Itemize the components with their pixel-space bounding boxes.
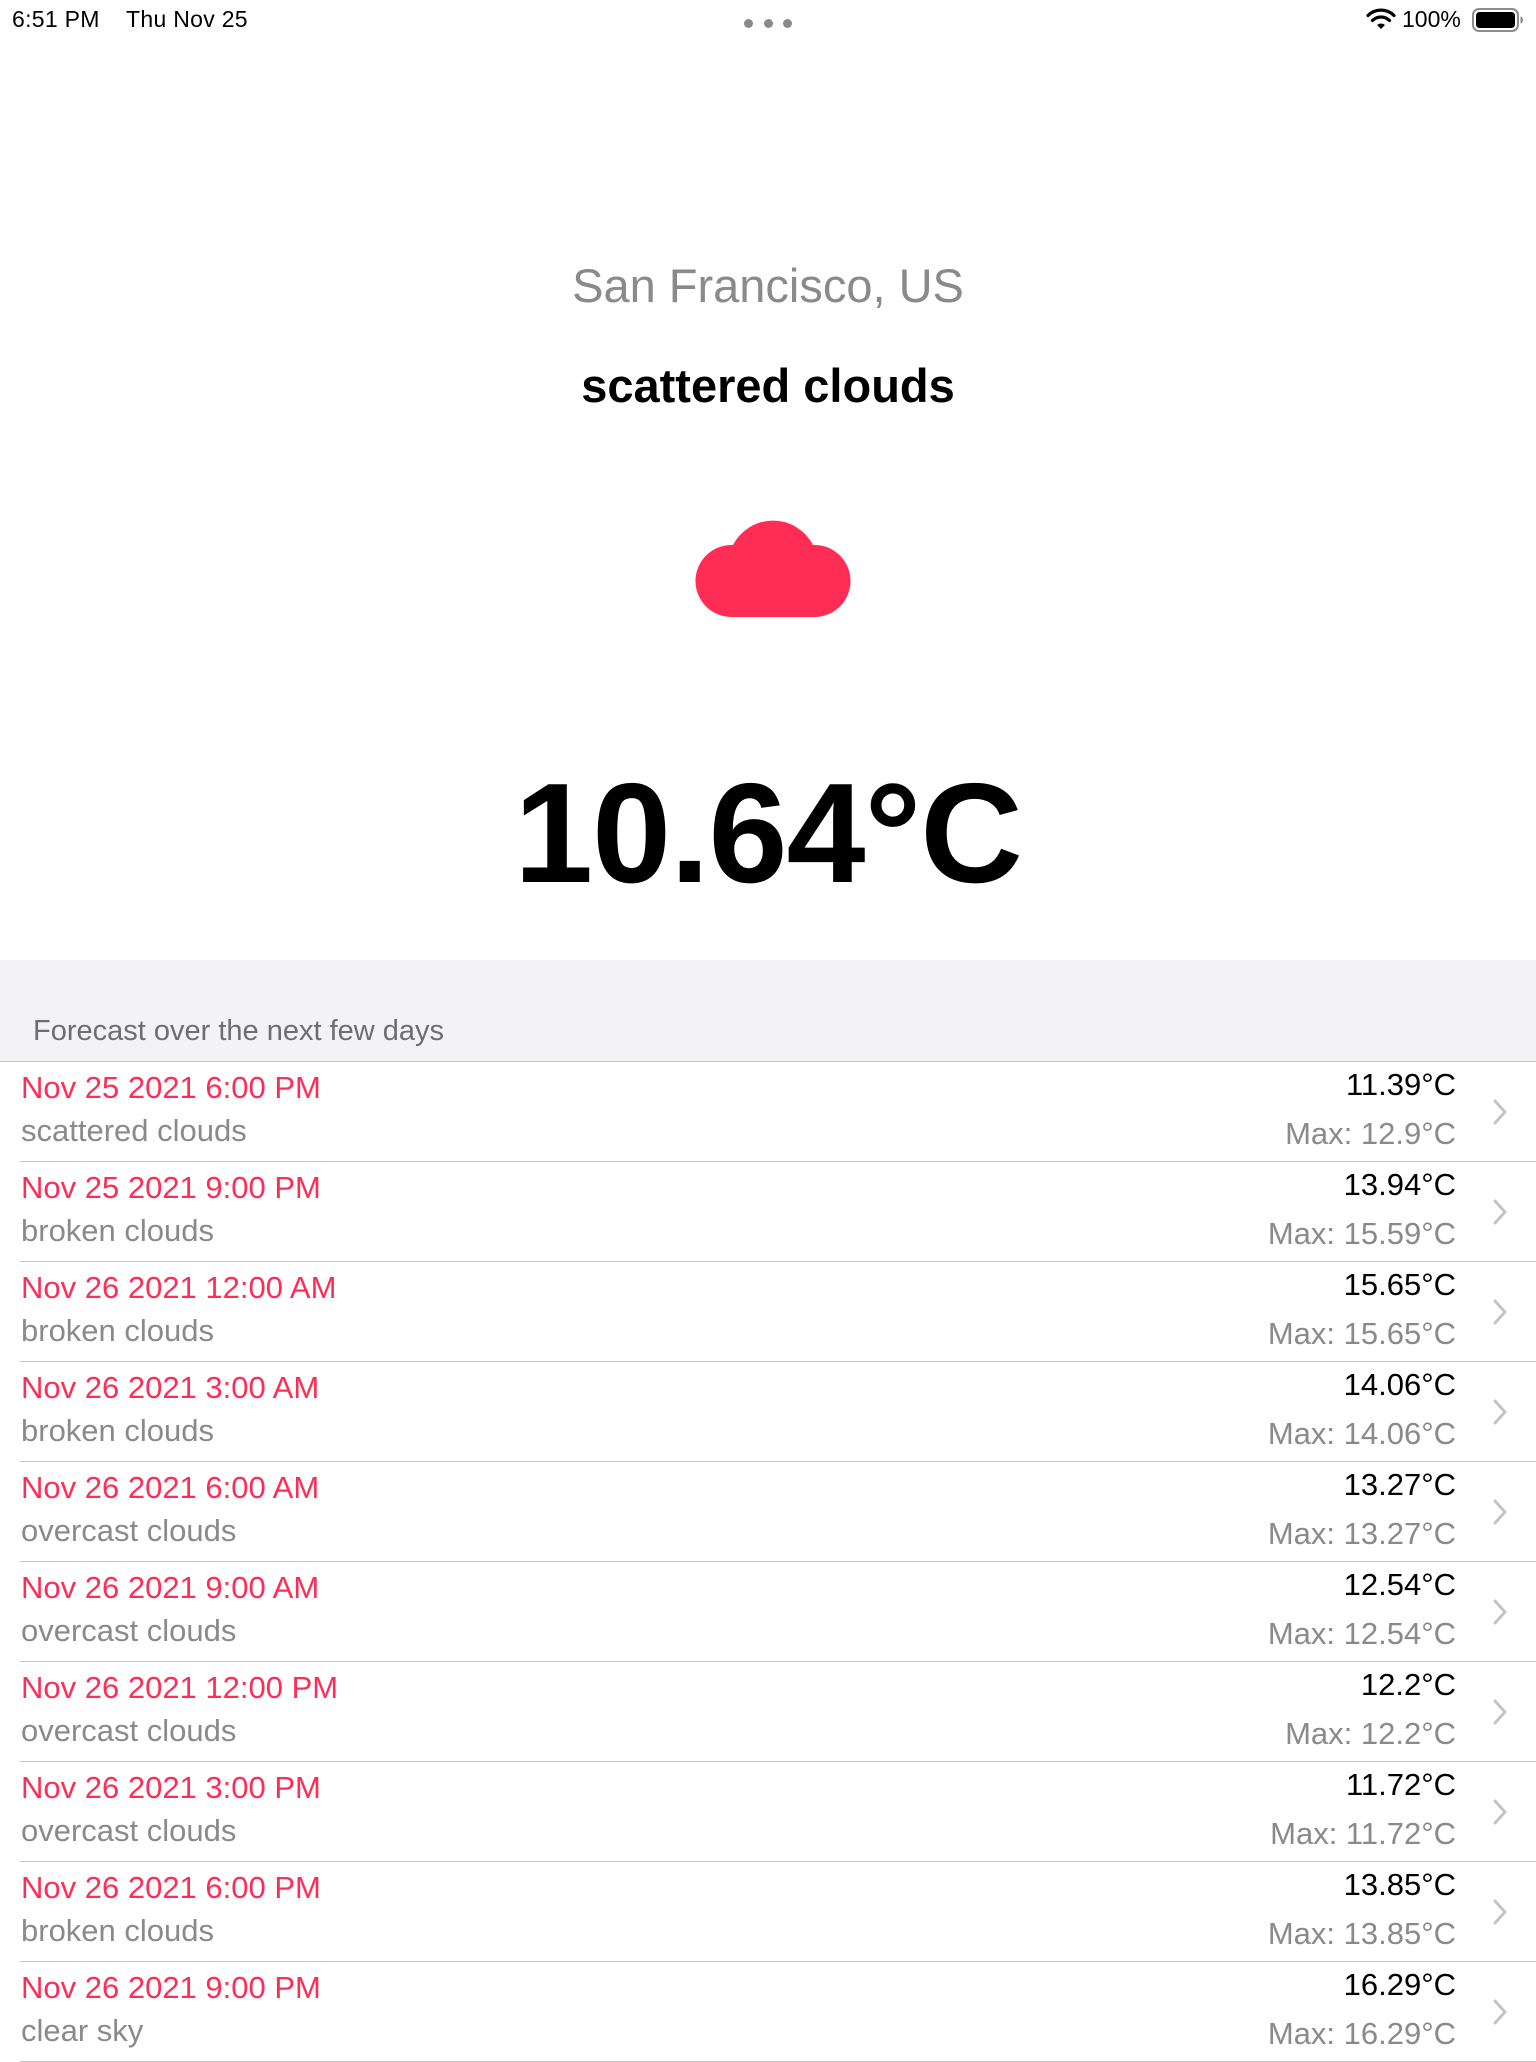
forecast-temperature: 12.54°C [1343, 1567, 1456, 1602]
list-item[interactable]: Nov 25 2021 6:00 PM scattered clouds 11.… [0, 1062, 1536, 1162]
list-item[interactable]: Nov 26 2021 6:00 AM overcast clouds 13.2… [0, 1462, 1536, 1562]
chevron-right-icon [1493, 1399, 1507, 1425]
forecast-max-temperature: Max: 14.06°C [1267, 1416, 1456, 1451]
forecast-description: clear sky [21, 2013, 144, 2048]
forecast-max-temperature: Max: 12.2°C [1285, 1716, 1456, 1751]
forecast-date: Nov 26 2021 12:00 AM [21, 1270, 337, 1305]
list-item[interactable]: Nov 26 2021 12:00 AM broken clouds 15.65… [0, 1262, 1536, 1362]
forecast-date: Nov 25 2021 6:00 PM [21, 1070, 321, 1105]
forecast-temperature: 11.72°C [1345, 1767, 1456, 1802]
forecast-date: Nov 26 2021 9:00 AM [21, 1570, 320, 1605]
list-item[interactable]: Nov 26 2021 3:00 PM overcast clouds 11.7… [0, 1762, 1536, 1862]
battery-percent: 100% [1402, 6, 1461, 32]
forecast-description: scattered clouds [21, 1113, 247, 1148]
forecast-description: overcast clouds [21, 1713, 237, 1748]
wifi-icon [1366, 8, 1396, 29]
forecast-description: broken clouds [21, 1413, 215, 1448]
current-temperature: 10.64°C [514, 754, 1023, 913]
list-item[interactable]: Nov 26 2021 9:00 AM overcast clouds 12.5… [0, 1562, 1536, 1662]
list-item[interactable]: Nov 26 2021 3:00 AM broken clouds 14.06°… [0, 1362, 1536, 1462]
forecast-max-temperature: Max: 12.9°C [1285, 1116, 1456, 1151]
forecast-list: Nov 25 2021 6:00 PM scattered clouds 11.… [0, 1061, 1536, 2062]
more-dots-icon[interactable] [744, 19, 792, 29]
status-bar: 6:51 PM Thu Nov 25 100% [0, 0, 1536, 42]
cloud-icon [695, 520, 851, 617]
status-time: 6:51 PM [12, 6, 100, 32]
location-label: San Francisco, US [572, 259, 964, 312]
forecast-date: Nov 26 2021 9:00 PM [21, 1970, 321, 2005]
forecast-temperature: 16.29°C [1343, 1967, 1456, 2002]
forecast-temperature: 13.85°C [1343, 1867, 1456, 1902]
forecast-date: Nov 26 2021 6:00 AM [21, 1470, 320, 1505]
forecast-date: Nov 26 2021 12:00 PM [21, 1670, 339, 1705]
forecast-description: broken clouds [21, 1913, 215, 1948]
chevron-right-icon [1493, 1699, 1507, 1725]
forecast-temperature: 14.06°C [1343, 1367, 1456, 1402]
forecast-description: overcast clouds [21, 1513, 237, 1548]
forecast-max-temperature: Max: 15.65°C [1267, 1316, 1456, 1351]
forecast-max-temperature: Max: 16.29°C [1267, 2016, 1456, 2051]
chevron-right-icon [1493, 1799, 1507, 1825]
forecast-description: overcast clouds [21, 1613, 237, 1648]
chevron-right-icon [1493, 1499, 1507, 1525]
battery-icon [1472, 8, 1523, 32]
forecast-temperature: 12.2°C [1360, 1667, 1456, 1702]
forecast-temperature: 13.94°C [1343, 1167, 1456, 1202]
chevron-right-icon [1493, 1599, 1507, 1625]
forecast-temperature: 11.39°C [1345, 1067, 1456, 1102]
list-item[interactable]: Nov 25 2021 9:00 PM broken clouds 13.94°… [0, 1162, 1536, 1262]
forecast-date: Nov 26 2021 3:00 AM [21, 1370, 320, 1405]
forecast-temperature: 15.65°C [1343, 1267, 1456, 1302]
forecast-date: Nov 26 2021 3:00 PM [21, 1770, 321, 1805]
forecast-max-temperature: Max: 11.72°C [1270, 1816, 1456, 1851]
section-header: Forecast over the next few days [33, 1015, 445, 1047]
chevron-right-icon [1493, 1899, 1507, 1925]
chevron-right-icon [1493, 1999, 1507, 2025]
status-date: Thu Nov 25 [126, 6, 248, 32]
forecast-date: Nov 26 2021 6:00 PM [21, 1870, 321, 1905]
chevron-right-icon [1493, 1299, 1507, 1325]
forecast-max-temperature: Max: 15.59°C [1267, 1216, 1456, 1251]
weather-description: scattered clouds [581, 359, 955, 412]
forecast-max-temperature: Max: 12.54°C [1267, 1616, 1456, 1651]
forecast-description: broken clouds [21, 1313, 215, 1348]
forecast-description: broken clouds [21, 1213, 215, 1248]
forecast-description: overcast clouds [21, 1813, 237, 1848]
chevron-right-icon [1493, 1199, 1507, 1225]
forecast-max-temperature: Max: 13.85°C [1267, 1916, 1456, 1951]
list-item[interactable]: Nov 26 2021 9:00 PM clear sky 16.29°C Ma… [0, 1962, 1536, 2062]
chevron-right-icon [1493, 1099, 1507, 1125]
forecast-temperature: 13.27°C [1343, 1467, 1456, 1502]
forecast-date: Nov 25 2021 9:00 PM [21, 1170, 321, 1205]
forecast-section: Forecast over the next few days Nov 25 2… [0, 960, 1536, 2062]
list-item[interactable]: Nov 26 2021 6:00 PM broken clouds 13.85°… [0, 1862, 1536, 1962]
forecast-max-temperature: Max: 13.27°C [1267, 1516, 1456, 1551]
list-item[interactable]: Nov 26 2021 12:00 PM overcast clouds 12.… [0, 1662, 1536, 1762]
